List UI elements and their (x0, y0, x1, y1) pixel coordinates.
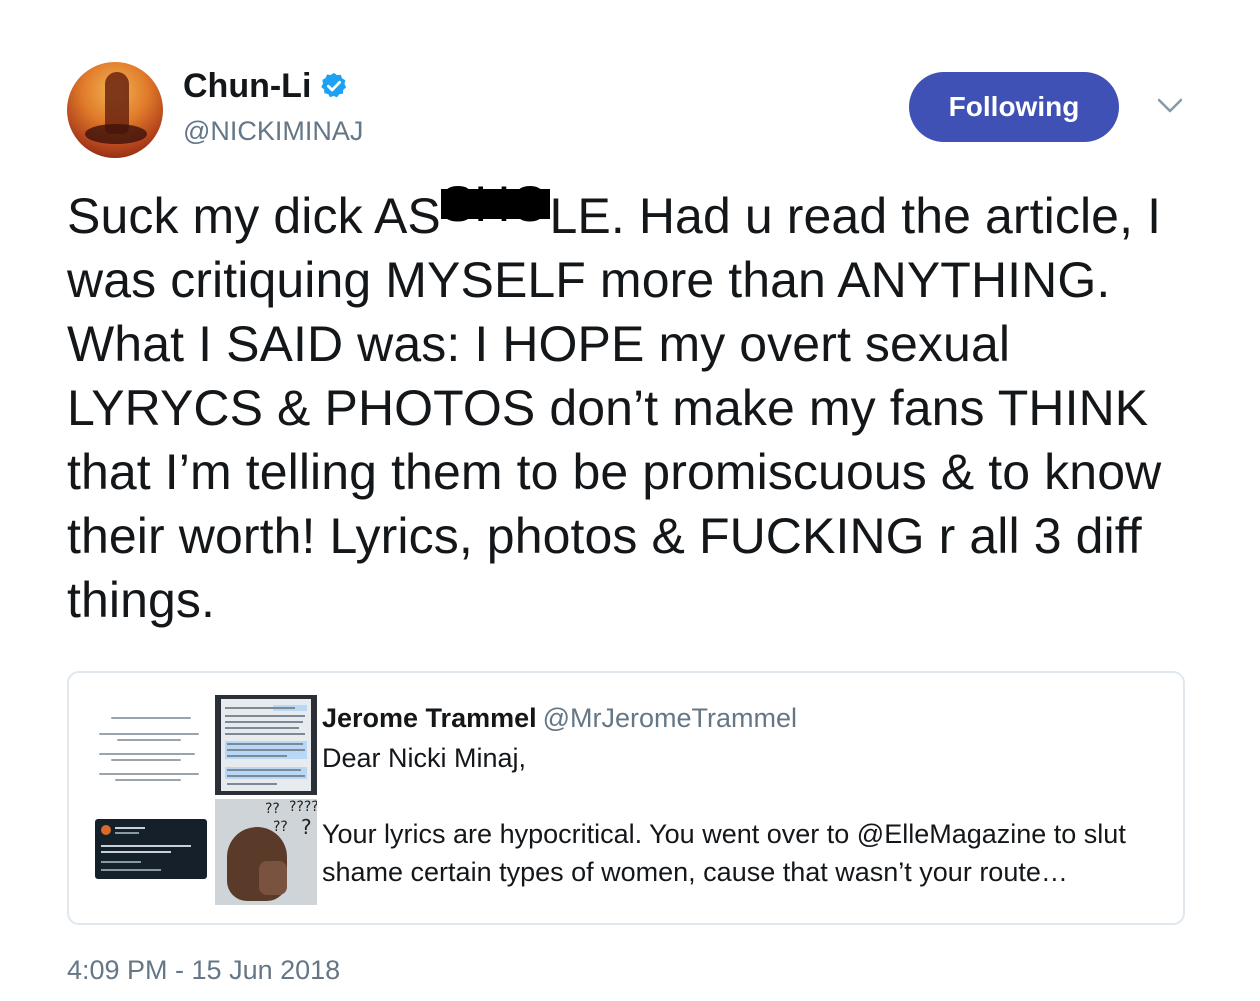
quoted-tweet-text: Dear Nicki Minaj, Your lyrics are hypocr… (322, 739, 1182, 891)
quoted-tweet[interactable]: ?? ???? ?? ? Jerome Trammel @MrJeromeTram… (67, 671, 1185, 925)
quoted-tweet-author[interactable]: Jerome Trammel @MrJeromeTrammel (322, 701, 797, 735)
media-article-excerpt (87, 695, 213, 795)
avatar[interactable] (67, 62, 163, 158)
media-question-marks: ???? (289, 799, 317, 815)
redaction-bar: SHO (440, 176, 550, 232)
quoted-author-handle[interactable]: @MrJeromeTrammel (543, 703, 797, 733)
verified-badge-icon (321, 72, 347, 98)
chevron-down-icon[interactable] (1155, 96, 1185, 116)
media-magazine-page (215, 695, 317, 795)
tweet-text-start: Suck my dick AS (67, 188, 441, 244)
tweet-text: Suck my dick ASSHOLE. Had u read the art… (67, 176, 1217, 632)
quoted-tweet-greeting: Dear Nicki Minaj, (322, 743, 527, 773)
author-handle[interactable]: @NICKIMINAJ (183, 114, 363, 148)
author-display-name[interactable]: Chun-Li (183, 66, 311, 106)
avatar-rock (85, 124, 147, 144)
media-reaction-photo: ?? ???? ?? ? (215, 799, 317, 905)
tweet-text-rest: LE. Had u read the article, I was critiq… (67, 188, 1162, 628)
media-question-marks: ? (301, 815, 312, 839)
media-question-marks: ?? (273, 819, 288, 835)
author-name-row[interactable]: Chun-Li (183, 66, 349, 106)
media-tweet-screenshot (87, 799, 213, 905)
quoted-tweet-body: Your lyrics are hypocritical. You went o… (322, 819, 1126, 887)
quoted-author-name[interactable]: Jerome Trammel (322, 703, 537, 733)
following-button[interactable]: Following (909, 72, 1119, 142)
media-question-marks: ?? (265, 801, 280, 817)
quoted-tweet-media[interactable]: ?? ???? ?? ? (87, 695, 317, 905)
tweet-timestamp[interactable]: 4:09 PM - 15 Jun 2018 (67, 953, 340, 987)
